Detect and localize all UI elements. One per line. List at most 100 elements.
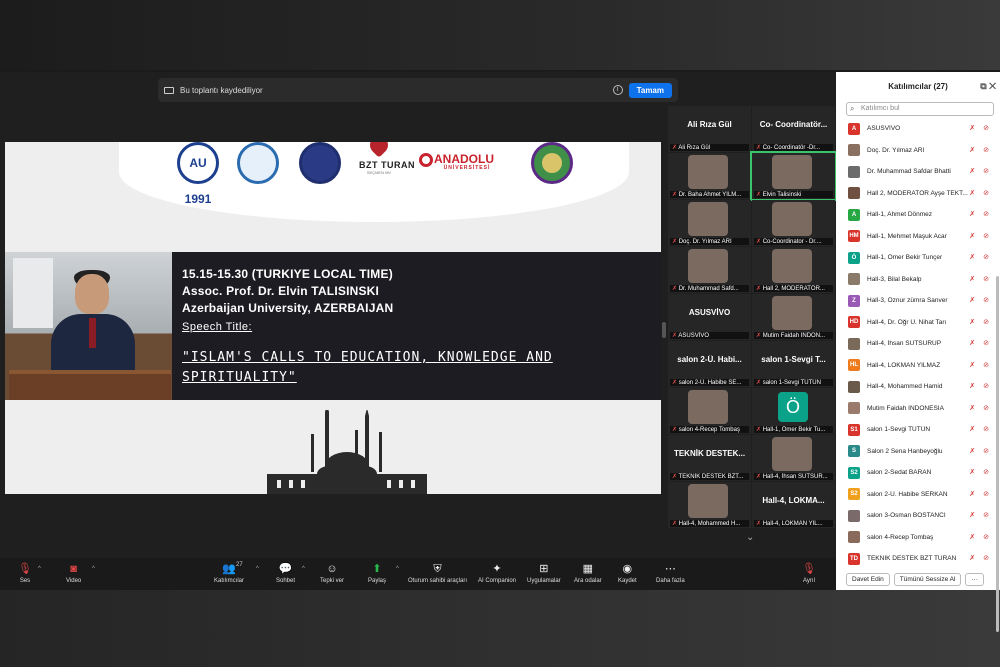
participant-name: salon 2-Sedat BARAN xyxy=(867,469,932,477)
grid-chevron-down-icon[interactable]: ⌄ xyxy=(746,532,754,543)
participant-row[interactable]: S Salon 2 Sena Hanbeyoğlu ✗ ⊘ xyxy=(836,441,996,463)
participants-caret-icon[interactable]: ^ xyxy=(256,566,259,572)
video-tile[interactable]: ✗ Co-Coordinator - Dr.... xyxy=(752,200,835,246)
video-tile[interactable]: ✗ Hall-4, İhsan SUTSUR... xyxy=(752,435,835,481)
leave-button[interactable]: 🎙 Ayrıl xyxy=(802,562,816,584)
ai-companion-button[interactable]: ✦ AI Companion xyxy=(478,562,516,584)
video-tile[interactable]: ASUSVİVO ✗ ASUSVİVO xyxy=(668,294,751,340)
speaker-name: Assoc. Prof. Dr. Elvin TALISINSKI xyxy=(182,284,380,298)
participant-row[interactable]: Dr. Muhammad Safdar Bhatti ✗ ⊘ xyxy=(836,161,996,183)
participant-name: Hall-4, İhsan SUTSURUP xyxy=(867,340,942,348)
recording-icon xyxy=(164,86,174,94)
grid-resize-handle[interactable] xyxy=(662,322,666,338)
video-tile[interactable]: salon 1-Sevgi T... ✗ salon 1-Sevgi TÜTÜN xyxy=(752,341,835,387)
participant-row[interactable]: Hall-3, Bilal Bekalp ✗ ⊘ xyxy=(836,269,996,291)
participant-row[interactable]: S1 salon 1-Sevgi TÜTÜN ✗ ⊘ xyxy=(836,419,996,441)
participant-row[interactable]: Z Hall-3, Öznur zümra Sanver ✗ ⊘ xyxy=(836,290,996,312)
participant-row[interactable]: Hall-4, İhsan SUTSURUP ✗ ⊘ xyxy=(836,333,996,355)
more-options-button[interactable]: ··· xyxy=(965,573,984,586)
mic-video-muted-icon: ✗ ⊘ xyxy=(969,125,992,132)
participant-row[interactable]: Hall-4, Mohammed Hamid ✗ ⊘ xyxy=(836,376,996,398)
background-bottom xyxy=(0,590,1000,667)
record-button[interactable]: ◉ Kaydet xyxy=(618,562,637,584)
tile-name: Hall-4, LOKMA... xyxy=(762,496,825,505)
breakout-rooms-button[interactable]: ▦ Ara odalar xyxy=(574,562,602,584)
share-caret-icon[interactable]: ^ xyxy=(396,566,399,572)
participant-row[interactable]: S2 salon 2-Ü. Habibe SERKAN ✗ ⊘ xyxy=(836,484,996,506)
tile-label: ✗ Hall-4, Mohammed H... xyxy=(670,520,749,527)
participant-row[interactable]: HD Hall-4, Dr. Öğr Ü. Nihat Tarı ✗ ⊘ xyxy=(836,312,996,334)
avatar: Ö xyxy=(848,251,860,264)
video-tile[interactable]: ✗ Dr. Muhammad Safd... xyxy=(668,247,751,293)
mute-all-button[interactable]: Tümünü Sessize Al xyxy=(893,573,962,586)
participant-row[interactable]: TD TEKNİK DESTEK BZT TURAN ✗ ⊘ xyxy=(836,548,996,570)
participants-header: Katılımcılar (27) ⧉ ✕ xyxy=(836,72,1000,100)
participant-row[interactable]: Ö Hall-1, Ömer Bekir Tunçer ✗ ⊘ xyxy=(836,247,996,269)
sparkle-icon: ✦ xyxy=(492,563,502,575)
video-tile[interactable]: ✗ Mutim Faidah INDON... xyxy=(752,294,835,340)
mic-video-muted-icon: ✗ ⊘ xyxy=(969,254,992,261)
avatar xyxy=(848,380,860,393)
participant-row[interactable]: salon 3-Osman BOSTANCI ✗ ⊘ xyxy=(836,505,996,527)
shared-slide: AU 1991 BZT TURAN SEÇMEN MV ANADOLU ÜNİV… xyxy=(5,142,661,494)
tile-label: ✗ Hall-4, LOKMAN YIL... xyxy=(754,520,833,527)
video-tile[interactable]: ✗ Dr. Baha Ahmet YILM... xyxy=(668,153,751,199)
recording-text: Bu toplantı kaydediliyor xyxy=(180,85,263,95)
mic-video-muted-icon: ✗ ⊘ xyxy=(969,404,992,412)
participant-search-input[interactable]: Katılımcı bul xyxy=(846,102,994,116)
video-tile[interactable]: ✗ Doç. Dr. Yılmaz ARI xyxy=(668,200,751,246)
participant-row[interactable]: Mutim Faidah INDONESIA ✗ ⊘ xyxy=(836,398,996,420)
participant-row[interactable]: Doç. Dr. Yılmaz ARI ✗ ⊘ xyxy=(836,140,996,162)
video-tile[interactable]: Ali Rıza Gül ✗ Ali Rıza Gül xyxy=(668,106,751,152)
react-button[interactable]: ☺ Tepki ver xyxy=(320,562,344,584)
video-caret-icon[interactable]: ^ xyxy=(92,566,95,572)
video-tile[interactable]: ✗ Hall 2, MODERATÖR... xyxy=(752,247,835,293)
participant-name: Dr. Muhammad Safdar Bhatti xyxy=(867,168,951,176)
video-tile[interactable]: ✗ Hall-4, Mohammed H... xyxy=(668,482,751,528)
popout-close-icons[interactable]: ⧉ ✕ xyxy=(980,81,996,92)
tile-label: ✗ Co- Coordinatör -Dr... xyxy=(754,144,833,151)
ok-button[interactable]: Tamam xyxy=(628,82,672,98)
participant-row[interactable]: A ASUSVİVO ✗ ⊘ xyxy=(836,118,996,140)
video-tile[interactable]: Co- Coordinatör... ✗ Co- Coordinatör -Dr.… xyxy=(752,106,835,152)
more-button[interactable]: ⋯ Daha fazla xyxy=(656,562,685,584)
mic-video-muted-icon: ✗ ⊘ xyxy=(969,340,992,347)
speaker-photo xyxy=(5,252,172,400)
participants-button[interactable]: 👥 27 Katılımcılar xyxy=(214,562,244,584)
audio-button[interactable]: 🎙 Ses xyxy=(18,562,32,584)
bzt-turan-logo: BZT TURAN SEÇMEN MV xyxy=(359,142,415,175)
participant-row[interactable]: Hall 2, MODERATÖR Ayşe TEKT... ✗ ⊘ xyxy=(836,183,996,205)
apps-button[interactable]: ⊞ Uygulamalar xyxy=(527,562,561,584)
video-tile[interactable]: ✗ salon 4-Recep Tombaş xyxy=(668,388,751,434)
tile-avatar: Ö xyxy=(778,392,808,422)
video-tile[interactable]: Ö ✗ Hall-1, Ömer Bekir Tu... xyxy=(752,388,835,434)
participant-name: salon 4-Recep Tombaş xyxy=(867,533,934,541)
video-tile[interactable]: Hall-4, LOKMA... ✗ Hall-4, LOKMAN YIL... xyxy=(752,482,835,528)
video-tile[interactable]: ✗ Elvin Talisinski xyxy=(750,151,837,201)
info-icon[interactable]: i xyxy=(612,85,623,95)
participant-row[interactable]: S2 salon 2-Sedat BARAN ✗ ⊘ xyxy=(836,462,996,484)
participant-row[interactable]: HM Hall-1, Mehmet Maşuk Acar ✗ ⊘ xyxy=(836,226,996,248)
participant-row[interactable]: salon 4-Recep Tombaş ✗ ⊘ xyxy=(836,527,996,549)
share-button[interactable]: ⬆ Paylaş xyxy=(368,562,386,584)
avatar xyxy=(848,402,860,415)
screen: Bu toplantı kaydediliyor i Tamam AU 1991… xyxy=(0,0,1000,667)
video-tile[interactable]: salon 2-Ü. Habi... ✗ salon 2-Ü. Habibe SE… xyxy=(668,341,751,387)
video-tile[interactable]: TEKNİK DESTEK... ✗ TEKNİK DESTEK BZT... xyxy=(668,435,751,481)
chat-button[interactable]: 💬 Sohbet xyxy=(276,562,295,584)
tile-label: ✗ Hall-1, Ömer Bekir Tu... xyxy=(754,426,833,433)
audio-caret-icon[interactable]: ^ xyxy=(38,566,41,572)
video-button[interactable]: ◙ Video xyxy=(66,562,81,584)
speech-title-label: Speech Title: xyxy=(182,321,253,333)
participant-name: salon 3-Osman BOSTANCI xyxy=(867,512,946,520)
host-tools-button[interactable]: ⛨ Oturum sahibi araçları xyxy=(408,562,467,584)
chat-caret-icon[interactable]: ^ xyxy=(302,566,305,572)
green-seal-logo xyxy=(531,142,573,184)
participants-title: Katılımcılar (27) xyxy=(888,81,948,91)
invite-button[interactable]: Davet Edin xyxy=(846,573,890,586)
tile-video-feed xyxy=(772,437,812,471)
mic-video-muted-icon: ✗ ⊘ xyxy=(969,533,992,541)
participant-row[interactable]: HL Hall-4, LOKMAN YILMAZ ✗ ⊘ xyxy=(836,355,996,377)
participant-row[interactable]: A Hall-1, Ahmet Dönmez ✗ ⊘ xyxy=(836,204,996,226)
background-top xyxy=(0,0,1000,70)
